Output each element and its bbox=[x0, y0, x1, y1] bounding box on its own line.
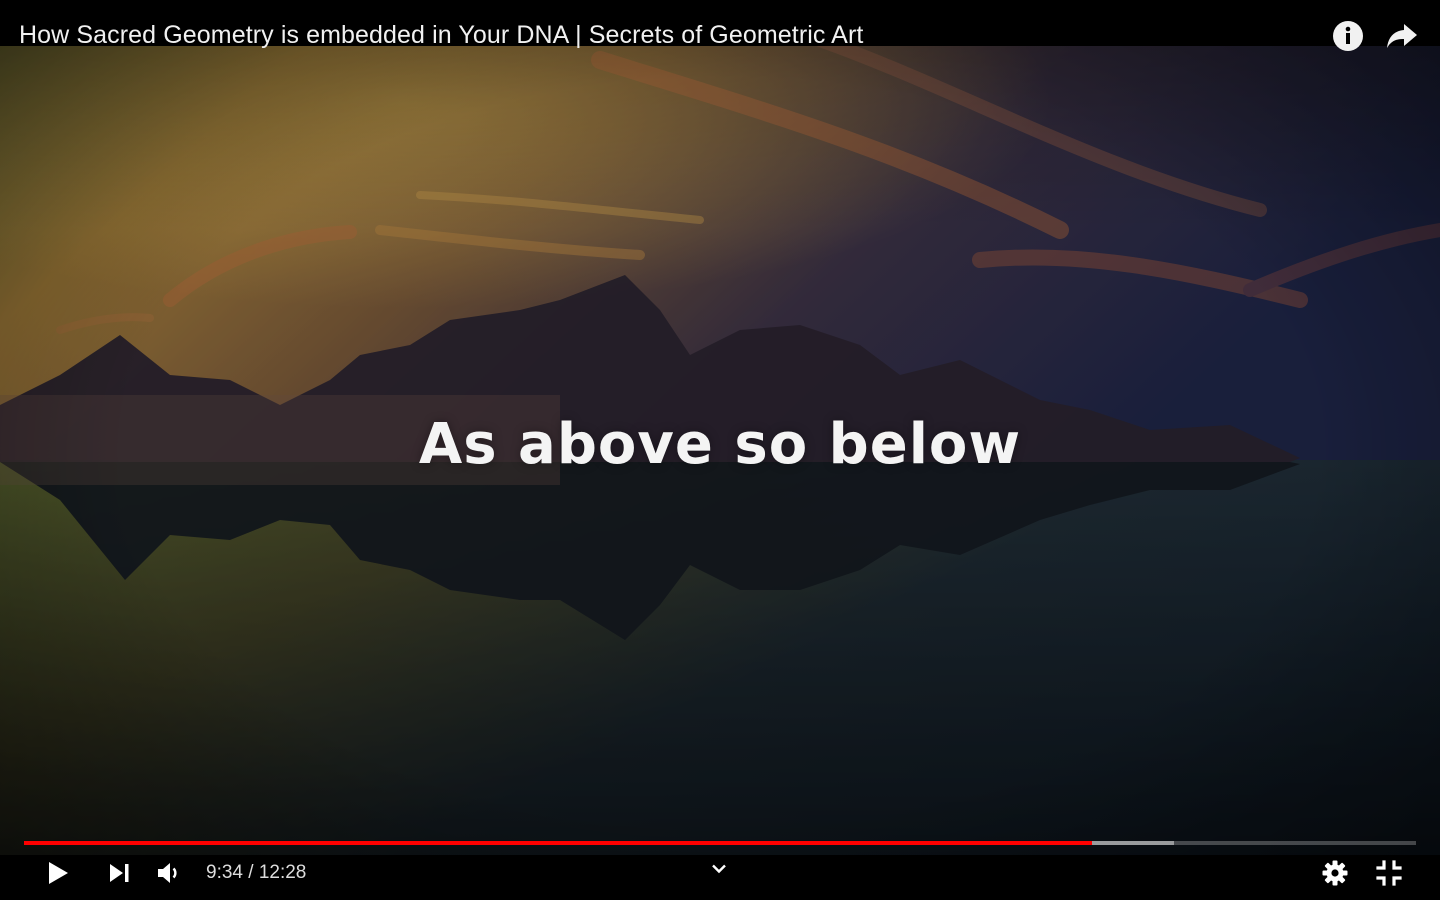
share-button[interactable] bbox=[1382, 16, 1422, 56]
video-title[interactable]: How Sacred Geometry is embedded in Your … bbox=[19, 20, 863, 50]
exit-fullscreen-icon bbox=[1376, 860, 1402, 886]
progress-bar[interactable] bbox=[24, 840, 1416, 846]
play-icon bbox=[49, 862, 68, 884]
gear-icon bbox=[1322, 860, 1348, 886]
chevron-down-icon bbox=[712, 864, 726, 874]
volume-icon bbox=[158, 863, 177, 883]
volume-button[interactable] bbox=[152, 855, 188, 891]
video-caption-text: As above so below bbox=[418, 412, 1022, 477]
exit-fullscreen-button[interactable] bbox=[1371, 855, 1407, 891]
share-icon bbox=[1387, 24, 1417, 48]
time-display: 9:34 / 12:28 bbox=[206, 862, 307, 883]
chapter-expand-button[interactable] bbox=[707, 858, 731, 880]
settings-button[interactable] bbox=[1317, 855, 1353, 891]
next-button[interactable] bbox=[102, 855, 138, 891]
progress-played bbox=[24, 841, 1092, 845]
info-icon bbox=[1333, 21, 1363, 51]
next-icon bbox=[110, 864, 129, 882]
info-button[interactable] bbox=[1328, 16, 1368, 56]
video-frame[interactable]: As above so below bbox=[0, 0, 1440, 900]
play-button[interactable] bbox=[40, 855, 76, 891]
